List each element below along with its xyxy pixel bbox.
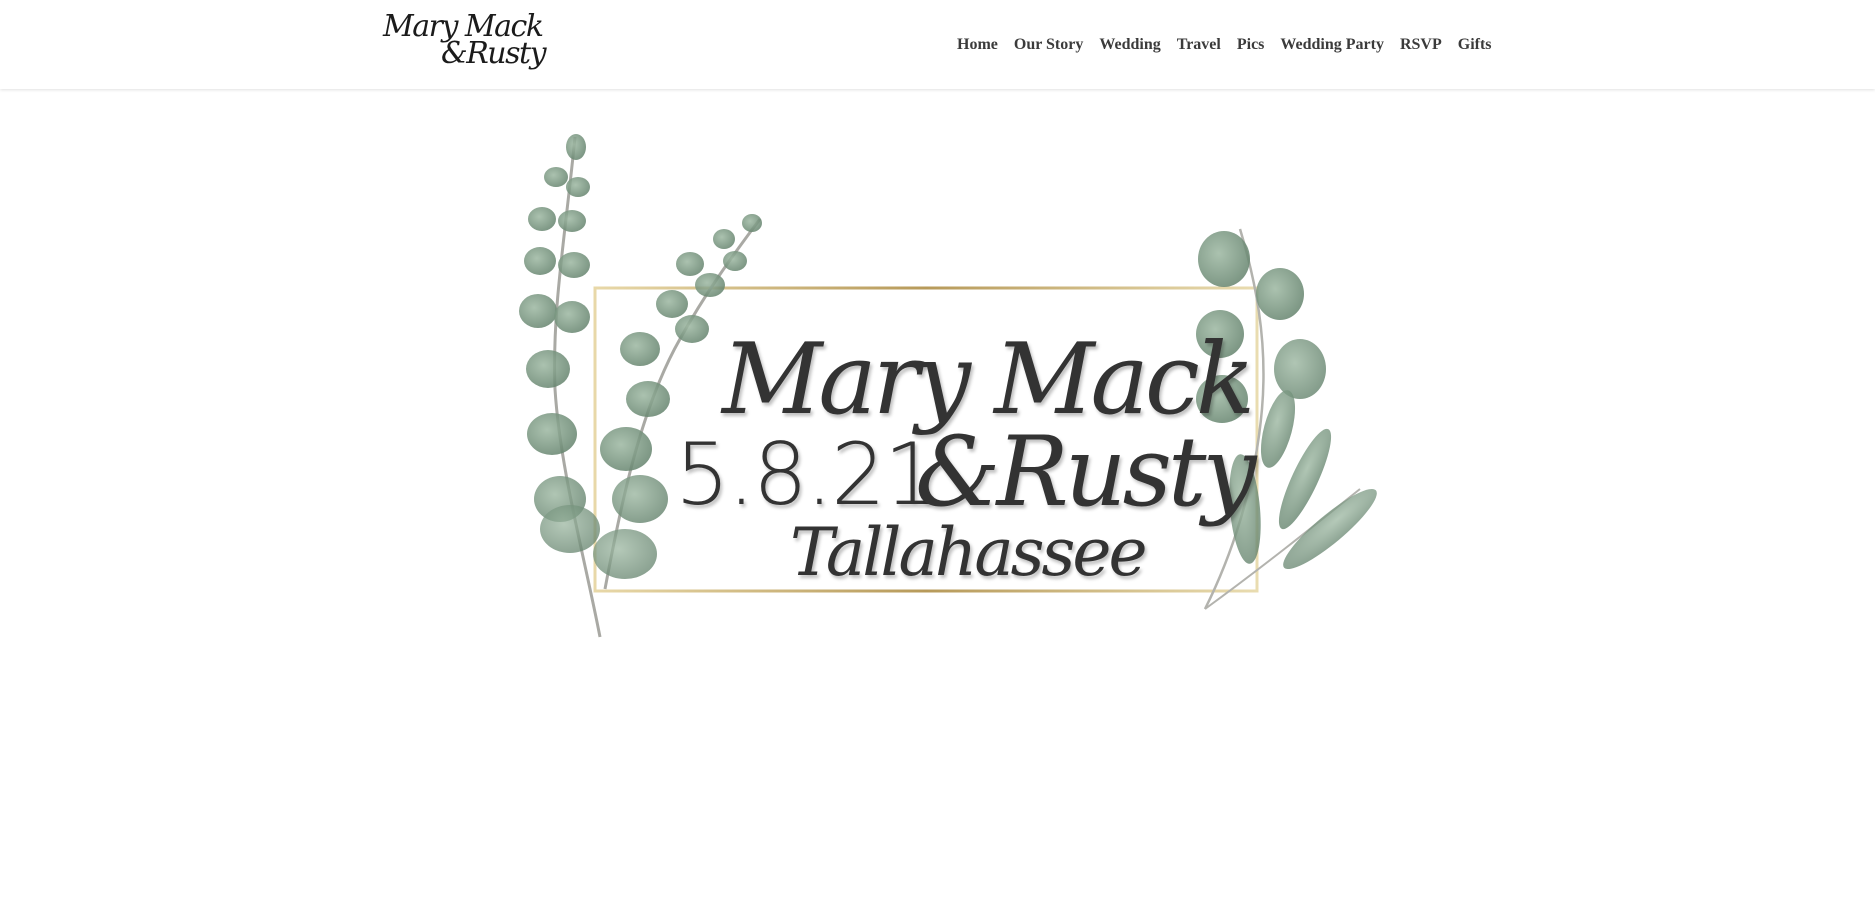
site-header: Mary Mack &Rusty Home Our Story Wedding … <box>0 0 1875 89</box>
main-nav: Home Our Story Wedding Travel Pics Weddi… <box>957 35 1492 55</box>
nav-item-wedding-party[interactable]: Wedding Party <box>1280 35 1384 55</box>
nav-item-rsvp[interactable]: RSVP <box>1400 35 1442 55</box>
site-logo[interactable]: Mary Mack &Rusty <box>383 10 547 76</box>
nav-item-gifts[interactable]: Gifts <box>1458 35 1492 55</box>
nav-item-travel[interactable]: Travel <box>1177 35 1221 55</box>
nav-item-home[interactable]: Home <box>957 35 998 55</box>
hero-wedding-city: Tallahassee <box>790 514 1148 591</box>
nav-item-wedding[interactable]: Wedding <box>1099 35 1160 55</box>
left-eucalyptus-branch <box>519 134 602 638</box>
nav-item-pics[interactable]: Pics <box>1237 35 1265 55</box>
hero-couple-name-line-2: &Rusty <box>915 416 1257 528</box>
hero-banner: Mary Mack 5.8.21 &Rusty Tallahassee <box>0 89 1875 897</box>
hero-wedding-date: 5.8.21 <box>675 425 939 525</box>
nav-item-our-story[interactable]: Our Story <box>1014 35 1083 55</box>
logo-line-2: &Rusty <box>441 36 547 71</box>
hero-couple-name-line-1: Mary Mack <box>722 323 1255 437</box>
